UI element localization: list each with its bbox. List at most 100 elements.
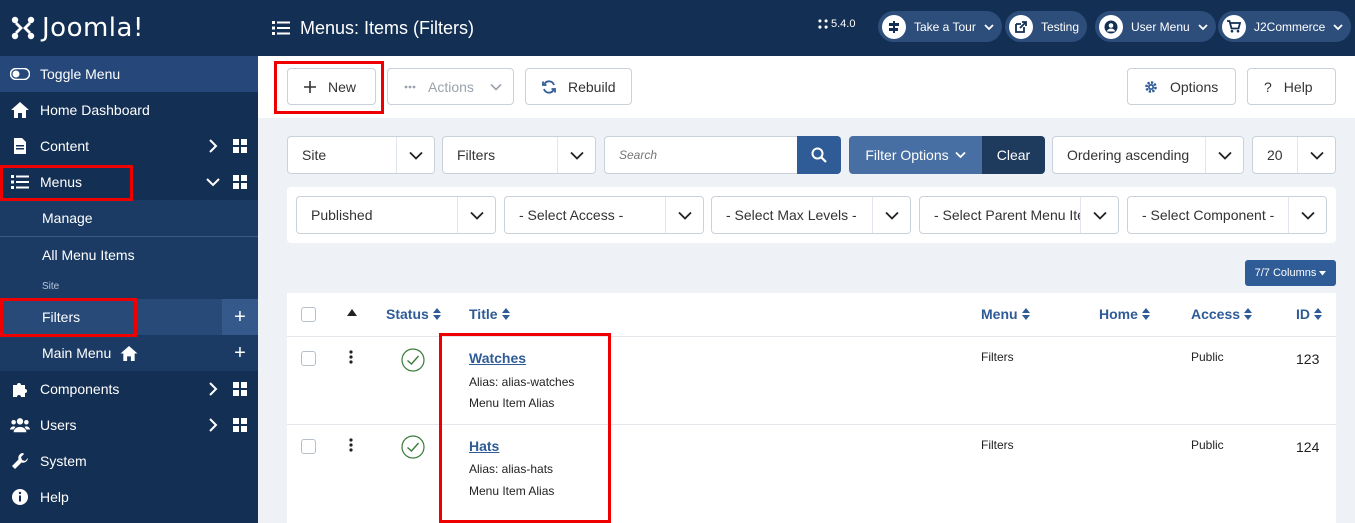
clear-button[interactable]: Clear: [982, 136, 1045, 174]
toggle-menu-button[interactable]: Toggle Menu: [0, 56, 258, 92]
published-check-icon[interactable]: [401, 435, 425, 459]
header-access[interactable]: Access: [1191, 306, 1253, 322]
sidebar-item-system[interactable]: System: [0, 443, 258, 479]
chevron-down-icon: [396, 137, 434, 173]
search-button[interactable]: [797, 136, 841, 174]
sidebar-item-help[interactable]: Help: [0, 479, 258, 515]
testing-label: Testing: [1041, 19, 1080, 34]
search-input[interactable]: [604, 136, 798, 174]
actions-dropdown[interactable]: Actions: [387, 68, 514, 105]
puzzle-icon: [10, 379, 30, 399]
table-divider: [287, 424, 1336, 425]
clear-label: Clear: [996, 147, 1031, 163]
options-button[interactable]: Options: [1127, 68, 1236, 105]
item-title-link[interactable]: Hats: [469, 438, 499, 454]
dashboard-grid-icon[interactable]: [233, 139, 247, 153]
sidebar-item-label: Users: [40, 417, 77, 433]
header-home[interactable]: Home: [1099, 306, 1150, 322]
component-select[interactable]: - Select Component -: [1127, 196, 1327, 234]
sidebar-item-label: Components: [40, 381, 120, 397]
sort-icon: [432, 308, 441, 320]
toggle-icon: [10, 64, 30, 84]
chevron-right-icon[interactable]: [205, 417, 221, 433]
limit-select[interactable]: 20: [1252, 136, 1336, 174]
sort-icon: [1244, 308, 1253, 320]
header-id[interactable]: ID: [1296, 306, 1322, 322]
chevron-down-icon[interactable]: [205, 174, 221, 190]
published-select[interactable]: Published: [296, 196, 496, 234]
wrench-icon: [10, 451, 30, 471]
rebuild-label: Rebuild: [568, 78, 616, 95]
joomla-logo[interactable]: Joomla!: [0, 0, 258, 56]
actions-label: Actions: [428, 78, 474, 95]
rebuild-button[interactable]: Rebuild: [525, 68, 632, 105]
search-icon: [811, 147, 827, 163]
published-check-icon[interactable]: [401, 348, 425, 372]
sidebar-sub-label: Filters: [42, 309, 81, 325]
parent-menu-item-select[interactable]: - Select Parent Menu Item -: [919, 196, 1119, 234]
help-button[interactable]: ? Help: [1247, 68, 1336, 105]
sidebar-sub-filters[interactable]: Filters +: [0, 299, 258, 335]
dashboard-grid-icon[interactable]: [233, 418, 247, 432]
item-title-link[interactable]: Watches: [469, 350, 526, 366]
chevron-right-icon[interactable]: [205, 138, 221, 154]
chevron-down-icon: [1297, 137, 1335, 173]
sidebar-item-users[interactable]: Users: [0, 407, 258, 443]
sidebar-item-home-dashboard[interactable]: Home Dashboard: [0, 92, 258, 128]
sidebar: Joomla! Toggle Menu Home Dashboard Conte…: [0, 0, 258, 523]
take-a-tour-button[interactable]: Take a Tour: [878, 11, 1002, 42]
new-button[interactable]: New: [287, 68, 376, 105]
sidebar-sub-manage[interactable]: Manage: [0, 200, 258, 237]
page-title: Menus: Items (Filters): [300, 17, 475, 38]
sidebar-item-content[interactable]: Content: [0, 128, 258, 164]
sidebar-sub-label: Main Menu: [42, 345, 112, 361]
gear-icon: [1144, 80, 1158, 94]
item-menu: Filters: [981, 438, 1014, 452]
testing-site-button[interactable]: Testing: [1005, 11, 1088, 42]
item-access: Public: [1191, 350, 1224, 364]
header-id-label: ID: [1296, 306, 1310, 322]
header-title[interactable]: Title: [469, 306, 510, 322]
info-icon: [10, 487, 30, 507]
sidebar-item-menus[interactable]: Menus: [0, 164, 258, 200]
max-levels-select[interactable]: - Select Max Levels -: [711, 196, 911, 234]
ordering-select[interactable]: Ordering ascending: [1052, 136, 1244, 174]
page-header: Menus: Items (Filters) 5.4.0 Take a Tour…: [258, 0, 1355, 56]
j2commerce-button[interactable]: J2Commerce: [1218, 11, 1352, 42]
columns-toggle-button[interactable]: 7/7 Columns: [1245, 260, 1336, 286]
chevron-down-icon: [872, 197, 910, 233]
chevron-down-icon: [954, 151, 966, 159]
header-menu[interactable]: Menu: [981, 306, 1030, 322]
header-status[interactable]: Status: [386, 306, 441, 322]
access-select[interactable]: - Select Access -: [504, 196, 704, 234]
help-label: Help: [1283, 78, 1313, 95]
sidebar-sub-main-menu[interactable]: Main Menu +: [0, 335, 258, 371]
sort-icon: [1141, 308, 1150, 320]
user-menu-button[interactable]: User Menu: [1095, 11, 1216, 42]
max-levels-value: - Select Max Levels -: [726, 207, 857, 223]
select-all-checkbox[interactable]: [301, 307, 316, 322]
component-value: - Select Component -: [1142, 207, 1275, 223]
ellipsis-icon: [404, 85, 416, 89]
caret-down-icon: [1319, 270, 1327, 275]
add-main-menu-item-button[interactable]: +: [222, 335, 258, 371]
row-checkbox[interactable]: [301, 351, 316, 366]
filter-options-button[interactable]: Filter Options: [849, 136, 982, 174]
sidebar-sub-all-menu-items[interactable]: All Menu Items: [0, 237, 258, 273]
add-filters-item-button[interactable]: +: [222, 299, 258, 335]
sidebar-item-components[interactable]: Components: [0, 371, 258, 407]
row-actions-icon[interactable]: [349, 438, 353, 452]
dashboard-grid-icon[interactable]: [233, 175, 247, 189]
row-checkbox[interactable]: [301, 439, 316, 454]
sidebar-item-label: Help: [40, 489, 69, 505]
toggle-menu-label: Toggle Menu: [40, 66, 121, 82]
dashboard-grid-icon[interactable]: [233, 382, 247, 396]
site-select[interactable]: Site: [287, 136, 435, 174]
item-id: 123: [1296, 351, 1320, 367]
signpost-icon: [882, 14, 906, 39]
menu-select[interactable]: Filters: [442, 136, 596, 174]
sidebar-sub-label: All Menu Items: [42, 247, 135, 263]
row-actions-icon[interactable]: [349, 350, 353, 364]
chevron-right-icon[interactable]: [205, 381, 221, 397]
sort-ascending-icon[interactable]: [347, 309, 357, 316]
